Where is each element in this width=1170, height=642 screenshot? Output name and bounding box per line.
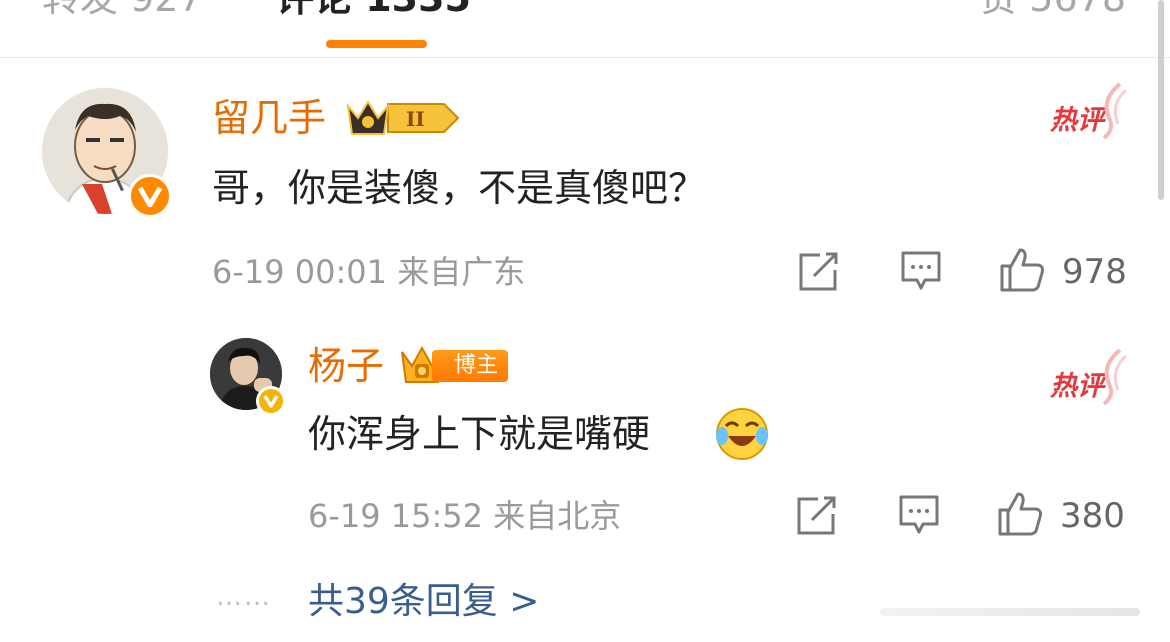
tab-repost[interactable]: 转发 927 — [42, 0, 203, 18]
reply-time: 6-19 15:52 — [308, 497, 484, 535]
reply-hot-flame-icon — [1102, 348, 1128, 406]
tab-active-indicator — [326, 40, 427, 48]
more-replies-link[interactable]: 共39条回复 > — [308, 582, 539, 622]
level-badge-text: II — [406, 107, 425, 131]
blogger-badge-label: 博主 — [432, 350, 509, 382]
laughing-crying-emoji-icon — [716, 408, 768, 460]
comment-username[interactable]: 留几手 — [212, 98, 326, 138]
comment-meta: 6-19 00:01 来自广东 — [212, 254, 525, 290]
comment-icon[interactable] — [900, 250, 942, 292]
scrollbar[interactable] — [1158, 0, 1164, 200]
tab-divider — [0, 57, 1170, 58]
horizontal-scroll-indicator — [880, 608, 1140, 616]
share-icon[interactable] — [798, 252, 840, 292]
reply-like-count: 380 — [1060, 496, 1125, 536]
reply-verified-badge-icon — [256, 386, 286, 416]
crown-level-icon: II — [344, 96, 462, 140]
more-replies-dots: …… — [216, 582, 272, 612]
tab-like[interactable]: 赞 5678 — [979, 0, 1126, 18]
reply-username[interactable]: 杨子 — [308, 346, 384, 386]
comment-location: 来自广东 — [397, 253, 526, 291]
comment-text: 哥，你是装傻，不是真傻吧？ — [212, 166, 707, 210]
comment-time: 6-19 00:01 — [212, 253, 388, 291]
verified-badge-icon — [128, 174, 172, 218]
reply-comment-icon[interactable] — [898, 494, 940, 536]
tab-comment[interactable]: 评论 1335 — [276, 0, 471, 18]
like-count: 978 — [1062, 252, 1127, 292]
reply-location: 来自北京 — [493, 497, 622, 535]
reply-share-icon[interactable] — [796, 496, 838, 536]
hot-flame-icon — [1102, 82, 1128, 140]
reply-text-content: 你浑身上下就是嘴硬 — [308, 412, 651, 456]
blogger-badge: 博主 — [398, 344, 509, 388]
reply-text: 你浑身上下就是嘴硬 — [308, 412, 650, 456]
reply-like-icon[interactable] — [996, 490, 1044, 538]
reply-meta: 6-19 15:52 来自北京 — [308, 498, 621, 534]
like-icon[interactable] — [998, 246, 1046, 294]
